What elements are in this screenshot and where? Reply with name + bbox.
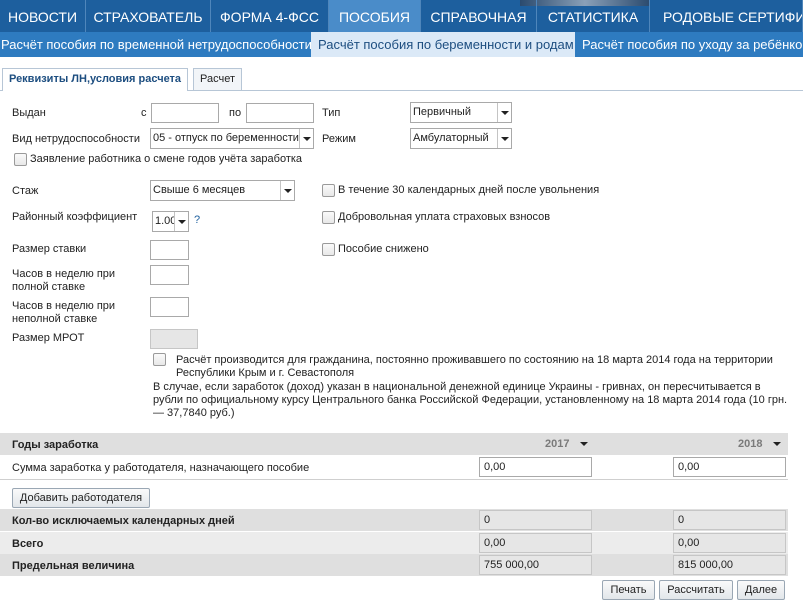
date-from-input[interactable] xyxy=(151,103,219,123)
excluded-row: Кол-во исключаемых календарных дней 0 0 xyxy=(0,509,788,531)
excluded-year2-field: 0 xyxy=(673,510,786,530)
date-to-input[interactable] xyxy=(246,103,314,123)
year2-select[interactable]: 2018 xyxy=(738,433,788,455)
reduced-label: Пособие снижено xyxy=(338,243,429,255)
disability-select-value: 05 - отпуск по беременности xyxy=(153,132,299,144)
full-hours-label: Часов в неделю при полной ставке xyxy=(12,268,116,293)
limit-row: Предельная величина 755 000,00 815 000,0… xyxy=(0,554,788,576)
excluded-label: Кол-во исключаемых календарных дней xyxy=(12,515,235,527)
topnav-item-reference[interactable]: СПРАВОЧНАЯ xyxy=(421,0,537,32)
disability-label: Вид нетрудоспособности xyxy=(12,133,140,145)
sum-year1-input[interactable]: 0,00 xyxy=(479,457,592,477)
year1-select[interactable]: 2017 xyxy=(545,433,593,455)
limit-year2-field: 815 000,00 xyxy=(673,555,786,575)
year1-value: 2017 xyxy=(545,438,570,450)
experience-select-value: Свыше 6 месяцев xyxy=(153,184,246,196)
total-row: Всего 0,00 0,00 xyxy=(0,532,788,554)
crimea-note: В случае, если заработок (доход) указан … xyxy=(153,381,788,419)
from-label: с xyxy=(141,107,147,119)
district-coef-select[interactable]: 1.00 xyxy=(152,211,189,232)
part-hours-label: Часов в неделю при неполной ставке xyxy=(12,300,116,325)
topnav-item-news[interactable]: НОВОСТИ xyxy=(0,0,86,32)
voluntary-label: Добровольная уплата страховых взносов xyxy=(338,211,551,223)
sum-year2-input[interactable]: 0,00 xyxy=(673,457,786,477)
subnav-item-pregnancy[interactable]: Расчёт пособия по беременности и родам xyxy=(311,32,575,57)
to-label: по xyxy=(229,107,242,119)
disability-select[interactable]: 05 - отпуск по беременности xyxy=(150,128,314,149)
mode-label: Режим xyxy=(322,133,356,145)
type-select[interactable]: Первичный xyxy=(410,102,512,123)
experience-label: Стаж xyxy=(12,185,39,197)
earning-years-label: Годы заработка xyxy=(12,439,99,451)
divider xyxy=(0,479,788,480)
mode-select[interactable]: Амбулаторный xyxy=(410,128,512,149)
earning-years-header: Годы заработка 2017 2018 xyxy=(0,433,788,455)
topnav-item-benefits[interactable]: ПОСОБИЯ xyxy=(329,0,421,32)
voluntary-checkbox[interactable] xyxy=(322,211,335,224)
within30-label: В течение 30 календарных дней после увол… xyxy=(338,184,600,196)
chevron-down-icon xyxy=(299,129,313,148)
chevron-down-icon xyxy=(577,433,591,455)
limit-year1-field: 755 000,00 xyxy=(479,555,592,575)
chevron-down-icon xyxy=(497,103,511,122)
sum-label: Сумма заработка у работодателя, назначаю… xyxy=(12,462,310,474)
full-hours-input[interactable] xyxy=(150,265,189,285)
sub-nav: Расчёт пособия по временной нетрудоспосо… xyxy=(0,32,803,57)
calculate-button[interactable]: Рассчитать xyxy=(659,580,733,600)
reduced-checkbox[interactable] xyxy=(322,243,335,256)
mrot-label: Размер МРОТ xyxy=(12,332,85,344)
topnav-item-form-4fss[interactable]: ФОРМА 4-ФСС xyxy=(211,0,329,32)
chevron-down-icon xyxy=(497,129,511,148)
tab-calculation[interactable]: Расчет xyxy=(193,68,242,90)
district-help-link[interactable]: ? xyxy=(194,214,200,226)
chevron-down-icon xyxy=(174,212,188,231)
issued-label: Выдан xyxy=(12,107,46,119)
year2-value: 2018 xyxy=(738,438,763,450)
type-label: Тип xyxy=(322,107,341,119)
rate-label: Размер ставки xyxy=(12,243,87,255)
type-select-value: Первичный xyxy=(413,106,471,118)
print-button[interactable]: Печать xyxy=(602,580,655,600)
limit-label: Предельная величина xyxy=(12,560,135,572)
experience-select[interactable]: Свыше 6 месяцев xyxy=(150,180,295,201)
district-coef-label: Районный коэффициент xyxy=(12,211,138,223)
next-button[interactable]: Далее xyxy=(737,580,785,600)
subnav-item-temporary-disability[interactable]: Расчёт пособия по временной нетрудоспосо… xyxy=(0,32,312,57)
mode-select-value: Амбулаторный xyxy=(413,132,489,144)
total-year2-field: 0,00 xyxy=(673,533,786,553)
change-years-label: Заявление работника о смене годов учёта … xyxy=(30,153,303,165)
topnav-item-statistics[interactable]: СТАТИСТИКА xyxy=(537,0,650,32)
subnav-item-childcare[interactable]: Расчёт пособия по уходу за ребёнком xyxy=(575,32,803,57)
add-employer-button[interactable]: Добавить работодателя xyxy=(12,488,150,508)
change-years-checkbox[interactable] xyxy=(14,153,27,166)
chevron-down-icon xyxy=(280,181,294,200)
chevron-down-icon xyxy=(770,433,784,455)
topnav-item-insurer[interactable]: СТРАХОВАТЕЛЬ xyxy=(86,0,211,32)
tab-requisites[interactable]: Реквизиты ЛН,условия расчета xyxy=(2,68,189,91)
mrot-input xyxy=(150,329,198,349)
top-nav: НОВОСТИ СТРАХОВАТЕЛЬ ФОРМА 4-ФСС ПОСОБИЯ… xyxy=(0,0,803,32)
within30-checkbox[interactable] xyxy=(322,184,335,197)
crimea-checkbox[interactable] xyxy=(153,353,166,366)
total-year1-field: 0,00 xyxy=(479,533,592,553)
part-hours-input[interactable] xyxy=(150,297,189,317)
excluded-year1-field: 0 xyxy=(479,510,592,530)
crimea-label: Расчёт производится для гражданина, пост… xyxy=(176,354,773,379)
topnav-item-birth-certificates[interactable]: РОДОВЫЕ СЕРТИФИКАТЫ xyxy=(650,0,803,32)
rate-input[interactable] xyxy=(150,240,189,260)
total-label: Всего xyxy=(12,538,44,550)
